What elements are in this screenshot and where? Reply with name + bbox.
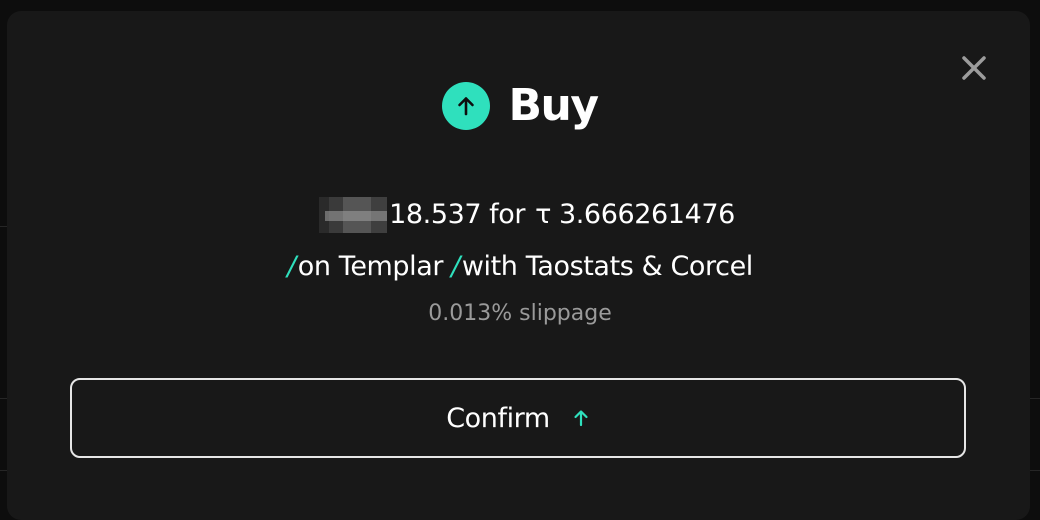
- tao-amount: 3.666261476: [558, 199, 735, 230]
- slippage-text: 0.013% slippage: [428, 301, 612, 326]
- token-amount: 18.537: [389, 199, 482, 230]
- background-divider: [1030, 398, 1040, 399]
- close-icon: [962, 56, 986, 80]
- trade-summary: 18.537 for τ 3.666261476: [0, 196, 1040, 234]
- arrow-up-icon: [574, 410, 588, 427]
- arrow-up-icon: [458, 97, 475, 116]
- confirm-button[interactable]: Confirm: [70, 378, 966, 458]
- modal-header: Buy: [0, 80, 1040, 132]
- modal-title: Buy: [508, 80, 599, 131]
- buy-badge: [442, 82, 491, 130]
- confirm-label: Confirm: [446, 402, 550, 434]
- trade-route: / on Templar / with Taostats & Corcel: [0, 248, 1040, 286]
- redacted-token-icon: [305, 197, 388, 233]
- for-text: for: [489, 199, 526, 230]
- subnet-name: on Templar: [297, 251, 444, 282]
- route-slash: /: [287, 251, 296, 282]
- provider-name: with Taostats & Corcel: [461, 251, 753, 282]
- route-slash: /: [451, 251, 460, 282]
- tao-symbol: τ: [535, 199, 551, 230]
- background-divider: [1030, 470, 1040, 471]
